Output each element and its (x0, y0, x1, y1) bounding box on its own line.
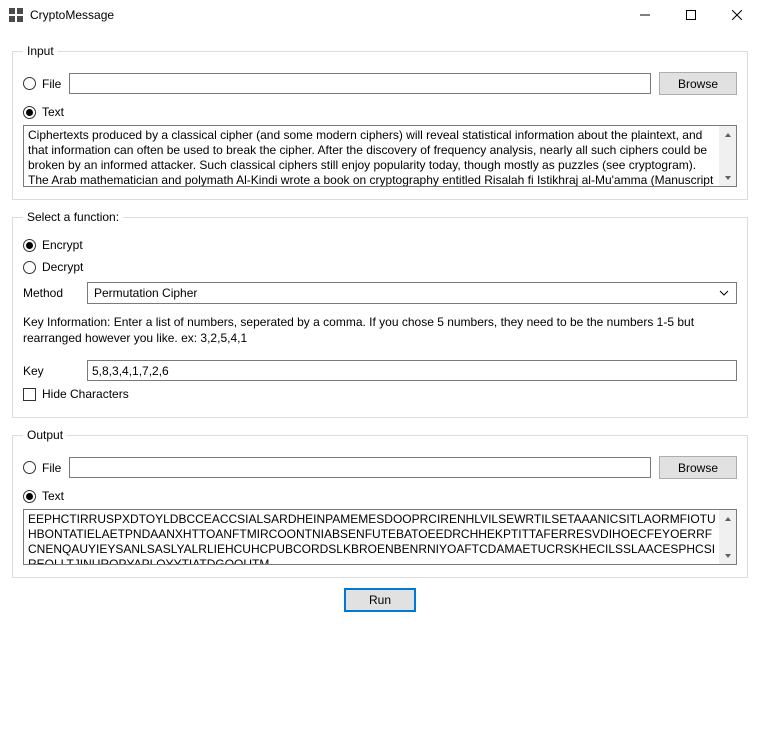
chevron-down-icon (716, 290, 732, 296)
output-file-radio-label: File (42, 461, 61, 475)
input-text-radio[interactable]: Text (23, 105, 64, 119)
function-group: Select a function: Encrypt Decrypt Metho… (12, 210, 748, 418)
encrypt-radio-label: Encrypt (42, 238, 83, 252)
output-text-radio[interactable]: Text (23, 489, 64, 503)
output-group: Output File Browse Text EEPHCTIRRUSPXDTO… (12, 428, 748, 578)
key-label: Key (23, 364, 79, 378)
scroll-down-icon[interactable] (719, 169, 736, 186)
encrypt-radio[interactable]: Encrypt (23, 238, 83, 252)
output-browse-button[interactable]: Browse (659, 456, 737, 479)
input-group: Input File Browse Text Ciphertexts produ… (12, 44, 748, 200)
input-text-radio-label: Text (42, 105, 64, 119)
hide-characters-checkbox[interactable]: Hide Characters (23, 387, 129, 401)
app-icon (8, 7, 24, 23)
close-button[interactable] (714, 0, 760, 30)
method-select-value: Permutation Cipher (94, 286, 197, 300)
input-text-area[interactable]: Ciphertexts produced by a classical ciph… (23, 125, 737, 187)
scroll-up-icon[interactable] (719, 510, 736, 527)
maximize-button[interactable] (668, 0, 714, 30)
output-text-area[interactable]: EEPHCTIRRUSPXDTOYLDBCCEACCSIALSARDHEINPA… (23, 509, 737, 565)
output-text-scrollbar[interactable] (719, 510, 736, 564)
key-info-text: Key Information: Enter a list of numbers… (23, 314, 737, 346)
output-file-path[interactable] (69, 457, 651, 478)
method-select[interactable]: Permutation Cipher (87, 282, 737, 304)
input-browse-button[interactable]: Browse (659, 72, 737, 95)
decrypt-radio-label: Decrypt (42, 260, 83, 274)
output-legend: Output (23, 428, 67, 442)
input-file-radio[interactable]: File (23, 77, 61, 91)
input-text-scrollbar[interactable] (719, 126, 736, 186)
input-legend: Input (23, 44, 58, 58)
decrypt-radio[interactable]: Decrypt (23, 260, 83, 274)
key-input[interactable] (87, 360, 737, 381)
output-text-content[interactable]: EEPHCTIRRUSPXDTOYLDBCCEACCSIALSARDHEINPA… (24, 510, 736, 564)
minimize-button[interactable] (622, 0, 668, 30)
output-file-radio[interactable]: File (23, 461, 61, 475)
output-text-radio-label: Text (42, 489, 64, 503)
input-file-path[interactable] (69, 73, 651, 94)
input-text-content[interactable]: Ciphertexts produced by a classical ciph… (24, 126, 736, 186)
titlebar: CryptoMessage (0, 0, 760, 30)
scroll-down-icon[interactable] (719, 547, 736, 564)
scroll-up-icon[interactable] (719, 126, 736, 143)
hide-characters-label: Hide Characters (42, 387, 129, 401)
run-button[interactable]: Run (344, 588, 416, 612)
function-legend: Select a function: (23, 210, 123, 224)
input-file-radio-label: File (42, 77, 61, 91)
window-title: CryptoMessage (30, 8, 114, 22)
method-label: Method (23, 286, 79, 300)
